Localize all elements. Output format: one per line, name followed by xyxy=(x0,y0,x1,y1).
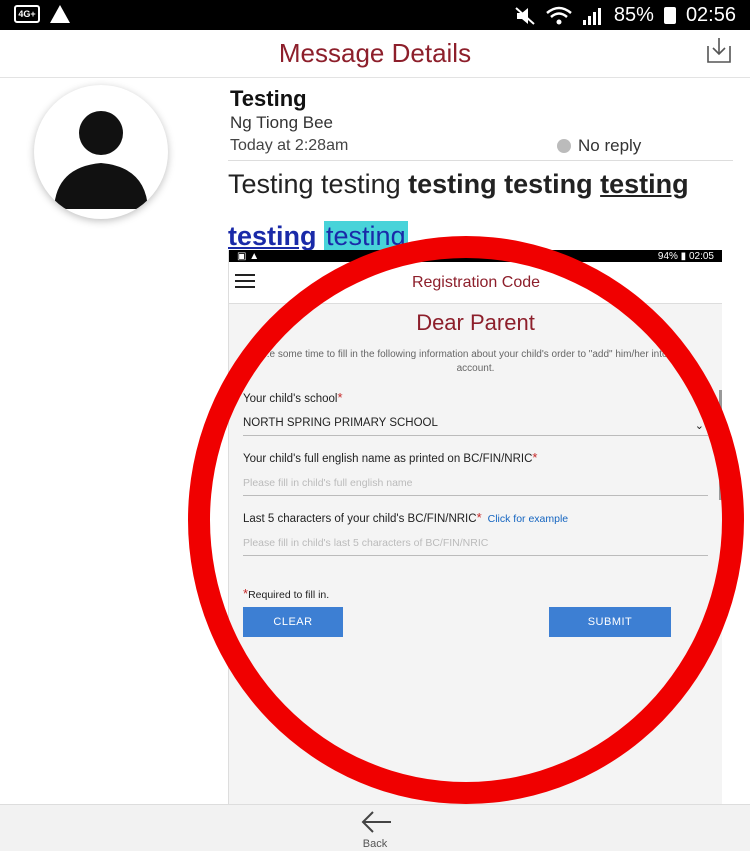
avatar xyxy=(34,85,168,219)
school-select: NORTH SPRING PRIMARY SCHOOL ⌄ xyxy=(243,417,708,436)
id-field: Please fill in child's last 5 characters… xyxy=(243,537,708,556)
message-body-line2-bold: testing xyxy=(228,221,317,251)
chevron-down-icon: ⌄ xyxy=(694,420,704,432)
reply-status-label: No reply xyxy=(578,136,642,155)
clear-button: CLEAR xyxy=(243,607,343,637)
embedded-heading: Dear Parent xyxy=(416,310,535,335)
required-star-icon: * xyxy=(532,450,538,465)
submit-button: SUBMIT xyxy=(549,607,671,637)
message-subject: Testing xyxy=(230,86,307,111)
required-star-icon: * xyxy=(476,510,482,525)
embedded-scrollbar xyxy=(719,390,722,500)
status-time: 02:56 xyxy=(685,4,736,26)
app-header: Message Details xyxy=(0,30,750,78)
name-field: Please fill in child's full english name xyxy=(243,477,708,496)
embedded-status-right: 94% ▮ 02:05 xyxy=(657,250,714,262)
back-label[interactable]: Back xyxy=(0,838,750,850)
button-row: CLEAR SUBMIT xyxy=(229,607,722,637)
id-label: Last 5 characters of your child's BC/FIN… xyxy=(243,510,569,525)
page-title: Message Details xyxy=(278,38,472,68)
reply-status: No reply xyxy=(557,136,641,156)
school-label: Your child's school* xyxy=(243,390,343,405)
message-time: Today at 2:28am xyxy=(230,137,349,154)
example-link: Click for example xyxy=(487,513,569,525)
signal-icon xyxy=(582,7,601,25)
message-body-line2: testing testing xyxy=(228,221,408,252)
embedded-title: Registration Code xyxy=(411,274,541,291)
back-arrow-icon[interactable] xyxy=(361,810,393,834)
name-label: Your child's full english name as printe… xyxy=(243,450,538,465)
required-star-icon: * xyxy=(337,390,343,405)
warning-icon xyxy=(50,5,70,23)
message-body-plain: Testing testing xyxy=(228,169,409,199)
message-body-underline: testing xyxy=(600,169,689,199)
sim-icon: 4G+ xyxy=(14,5,40,23)
wifi-icon xyxy=(546,6,572,24)
status-bar-left: 4G+ xyxy=(14,5,70,23)
download-icon[interactable] xyxy=(704,36,734,66)
reply-status-dot-icon xyxy=(557,139,571,153)
embedded-intro: ...e some time to fill in the following … xyxy=(261,349,690,374)
embedded-sim-icon: ▣ ▲ xyxy=(237,250,260,262)
battery-icon xyxy=(663,7,676,24)
message-divider xyxy=(228,160,733,161)
mute-icon xyxy=(515,6,535,25)
bottom-bar: Back xyxy=(0,804,750,851)
embedded-screenshot[interactable]: ▣ ▲ 94% ▮ 02:05 Registration Code Dear P… xyxy=(228,250,722,805)
message-sender: Ng Tiong Bee xyxy=(230,113,334,132)
message-body-line2-highlight: testing xyxy=(324,221,408,251)
embedded-status-bar: ▣ ▲ 94% ▮ 02:05 xyxy=(229,250,722,262)
status-bar: 4G+ 85% 02:56 xyxy=(0,0,750,30)
required-note: *Required to fill in. xyxy=(243,586,330,601)
message-body: Testing testing testing testing testing xyxy=(228,170,718,198)
user-icon xyxy=(54,111,148,209)
embedded-header: Registration Code xyxy=(229,262,722,304)
battery-percentage: 85% xyxy=(613,4,654,26)
message-body-bold: testing testing xyxy=(408,169,601,199)
status-bar-right: 85% 02:56 xyxy=(514,4,736,27)
